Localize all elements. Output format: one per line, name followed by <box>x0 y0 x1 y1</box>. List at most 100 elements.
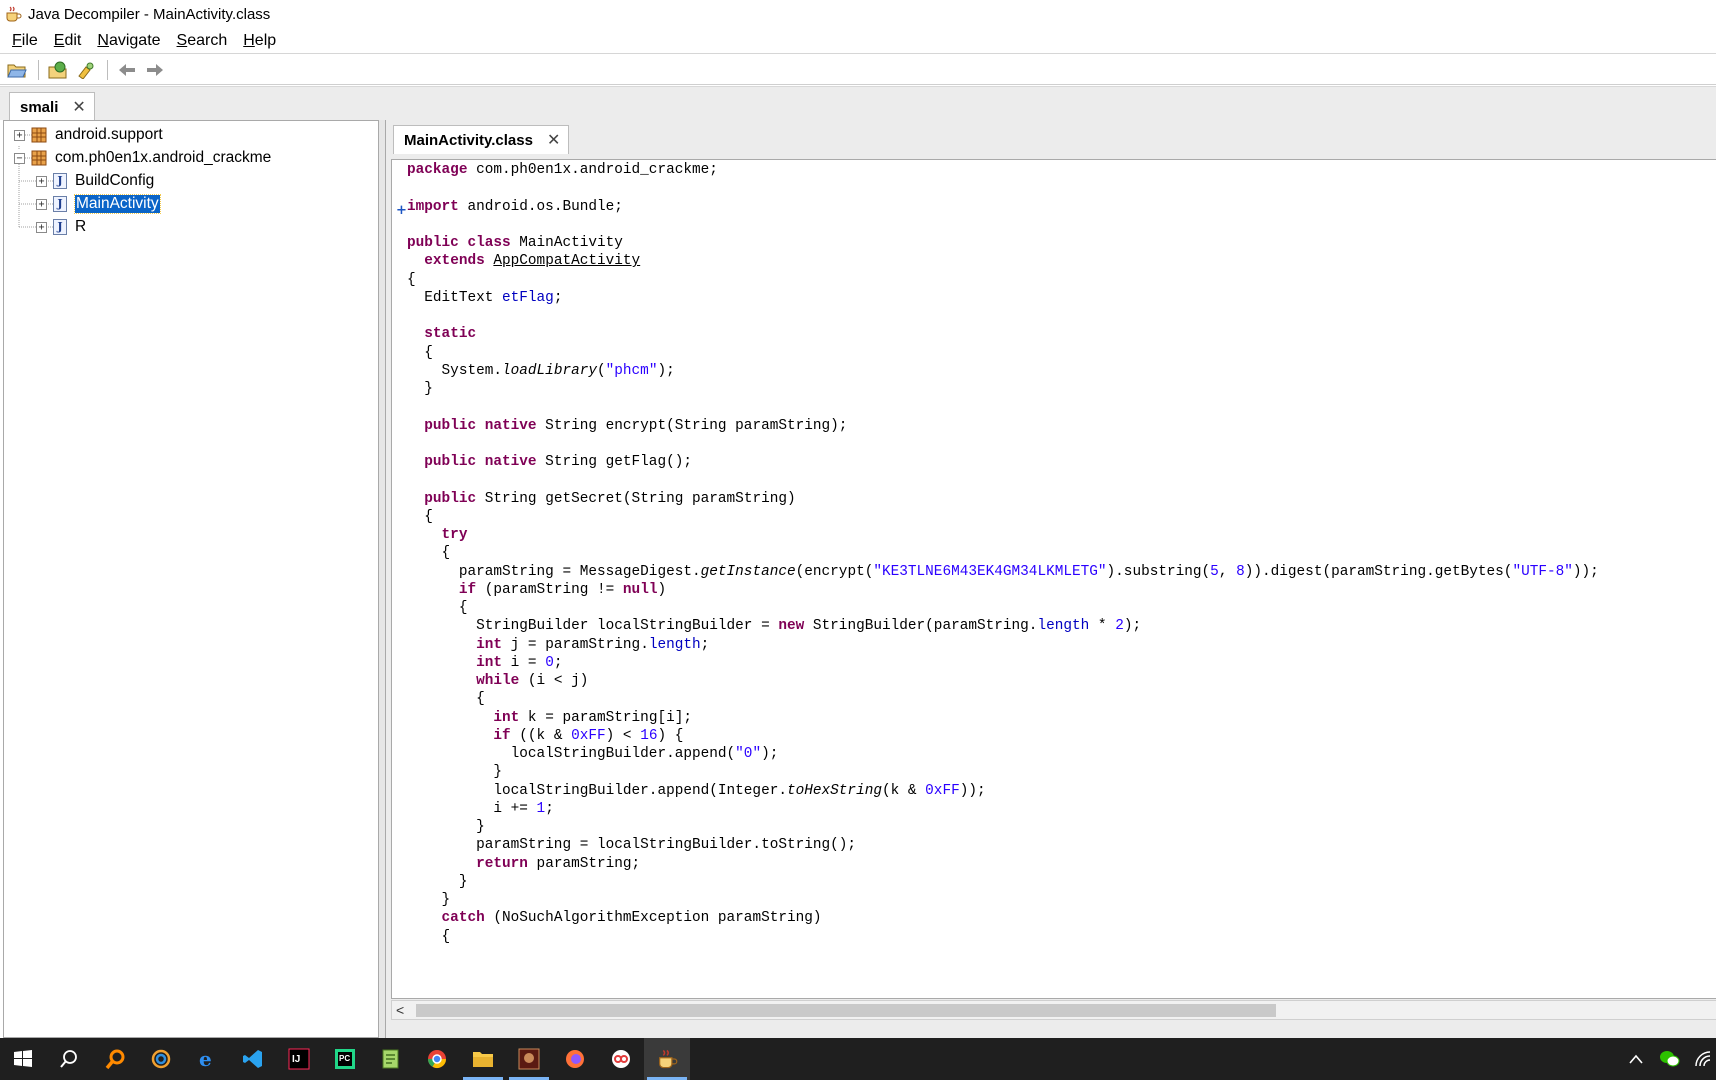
keyword-token: public <box>424 490 477 507</box>
menu-edit[interactable]: Edit <box>46 32 90 50</box>
code-token: StringBuilder(paramString. <box>804 618 1038 635</box>
code-token: { <box>407 691 485 708</box>
string-token: "UTF-8" <box>1512 563 1573 580</box>
code-token: ).substring( <box>1106 563 1211 580</box>
menu-navigate[interactable]: Navigate <box>89 32 168 50</box>
file-explorer-app[interactable] <box>460 1038 506 1080</box>
code-token: )); <box>959 782 986 799</box>
search-icon <box>60 1050 77 1068</box>
open-file-button[interactable] <box>4 58 30 82</box>
code-token: } <box>407 873 468 890</box>
code-token: length <box>1037 618 1090 635</box>
coffee-cup-icon <box>659 1049 678 1069</box>
source-code-view[interactable]: + package com.ph0en1x.android_crackme; im… <box>391 159 1716 999</box>
tab-smali[interactable]: smali ✕ <box>9 92 95 121</box>
ida-app[interactable] <box>506 1038 552 1080</box>
tree-item-buildconfig[interactable]: + J BuildConfig <box>36 170 154 192</box>
horizontal-scrollbar[interactable]: < <box>391 1000 1716 1020</box>
code-token: { <box>407 928 451 945</box>
code-line: import android.os.Bundle; <box>407 198 623 217</box>
code-token: i += <box>407 800 537 817</box>
expand-icon[interactable]: + <box>36 221 47 233</box>
magnifier-orange-icon <box>105 1049 125 1070</box>
video-player-app[interactable] <box>598 1038 644 1080</box>
chrome-app[interactable] <box>414 1038 460 1080</box>
java-decompiler-app[interactable] <box>644 1038 690 1080</box>
code-line: StringBuilder localStringBuilder = new S… <box>407 617 1141 636</box>
keyword-token: new <box>778 618 805 635</box>
show-hidden-icons-chevron-icon[interactable] <box>1628 1053 1644 1065</box>
tree-item-com-ph0en1x-android-crackme[interactable]: − com.ph0en1x.android_crackme <box>14 147 271 169</box>
code-token: (paramString != <box>476 581 623 598</box>
intellij-app[interactable]: IJ <box>276 1038 322 1080</box>
tree-item-r[interactable]: + J R <box>36 216 86 238</box>
open-type-button[interactable] <box>45 58 71 82</box>
code-line: } <box>407 763 502 782</box>
code-token: EditText <box>407 289 502 306</box>
search-button[interactable] <box>46 1038 92 1080</box>
back-button[interactable] <box>114 58 140 82</box>
notepad-plus-app[interactable] <box>368 1038 414 1080</box>
code-token: * <box>1089 618 1116 635</box>
code-token: AppCompatActivity <box>493 253 641 270</box>
menu-file[interactable]: File <box>4 32 46 50</box>
tab-mainactivity-class[interactable]: MainActivity.class ✕ <box>393 125 570 154</box>
tree-item-android-support[interactable]: + android.support <box>14 124 163 146</box>
code-line: { <box>407 928 451 947</box>
tree-item-mainactivity[interactable]: + J MainActivity <box>36 193 161 215</box>
close-icon[interactable]: ✕ <box>547 130 560 150</box>
code-line: EditText etFlag; <box>407 289 562 308</box>
scrollbar-thumb[interactable] <box>416 1004 1276 1017</box>
code-line: i += 1; <box>407 800 553 819</box>
close-icon[interactable]: ✕ <box>72 97 85 117</box>
photo-app[interactable] <box>138 1038 184 1080</box>
forward-button[interactable] <box>142 58 168 82</box>
everything-search-app[interactable] <box>92 1038 138 1080</box>
collapse-icon[interactable]: − <box>14 152 25 164</box>
start-button[interactable] <box>0 1038 46 1080</box>
vscode-app[interactable] <box>230 1038 276 1080</box>
number-token: 1 <box>536 800 546 817</box>
firefox-app[interactable] <box>552 1038 598 1080</box>
back-arrow-icon <box>119 63 135 76</box>
find-button[interactable] <box>73 58 99 82</box>
code-token: com.ph0en1x.android_crackme; <box>467 162 718 178</box>
keyword-token: public class <box>407 235 511 251</box>
code-token: System. <box>407 362 502 379</box>
expand-icon[interactable]: + <box>36 198 47 210</box>
ie-browser-app[interactable]: e <box>184 1038 230 1080</box>
code-token: { <box>407 271 416 288</box>
code-token: { <box>407 545 451 562</box>
fold-expand-icon[interactable]: + <box>396 204 407 217</box>
ida-icon <box>518 1048 540 1070</box>
menu-search[interactable]: Search <box>169 32 236 50</box>
expand-icon[interactable]: + <box>36 175 47 187</box>
taskbar: e IJ PC <box>0 1038 1716 1080</box>
scroll-left-icon[interactable]: < <box>396 1001 404 1019</box>
code-line: try <box>407 526 468 545</box>
keyword-token: import <box>407 198 459 215</box>
system-tray <box>1628 1038 1716 1080</box>
code-line: { <box>407 271 416 290</box>
menu-bar: File Edit Navigate Search Help <box>0 28 1716 54</box>
expand-icon[interactable]: + <box>14 129 25 141</box>
code-token: paramString = localStringBuilder.toStrin… <box>407 837 857 854</box>
wechat-icon[interactable] <box>1658 1049 1680 1069</box>
string-token: "phcm" <box>605 362 658 379</box>
code-token: { <box>407 508 433 525</box>
class-file-icon: J <box>53 219 67 235</box>
package-tree[interactable]: + android.support − com.ph0en1x.android_… <box>3 120 379 1038</box>
menu-help[interactable]: Help <box>235 32 284 50</box>
code-token: localStringBuilder.append(Integer. <box>407 782 787 799</box>
svg-text:e: e <box>199 1048 212 1070</box>
network-icon[interactable] <box>1694 1050 1712 1068</box>
pycharm-app[interactable]: PC <box>322 1038 368 1080</box>
code-token: ; <box>700 636 710 653</box>
